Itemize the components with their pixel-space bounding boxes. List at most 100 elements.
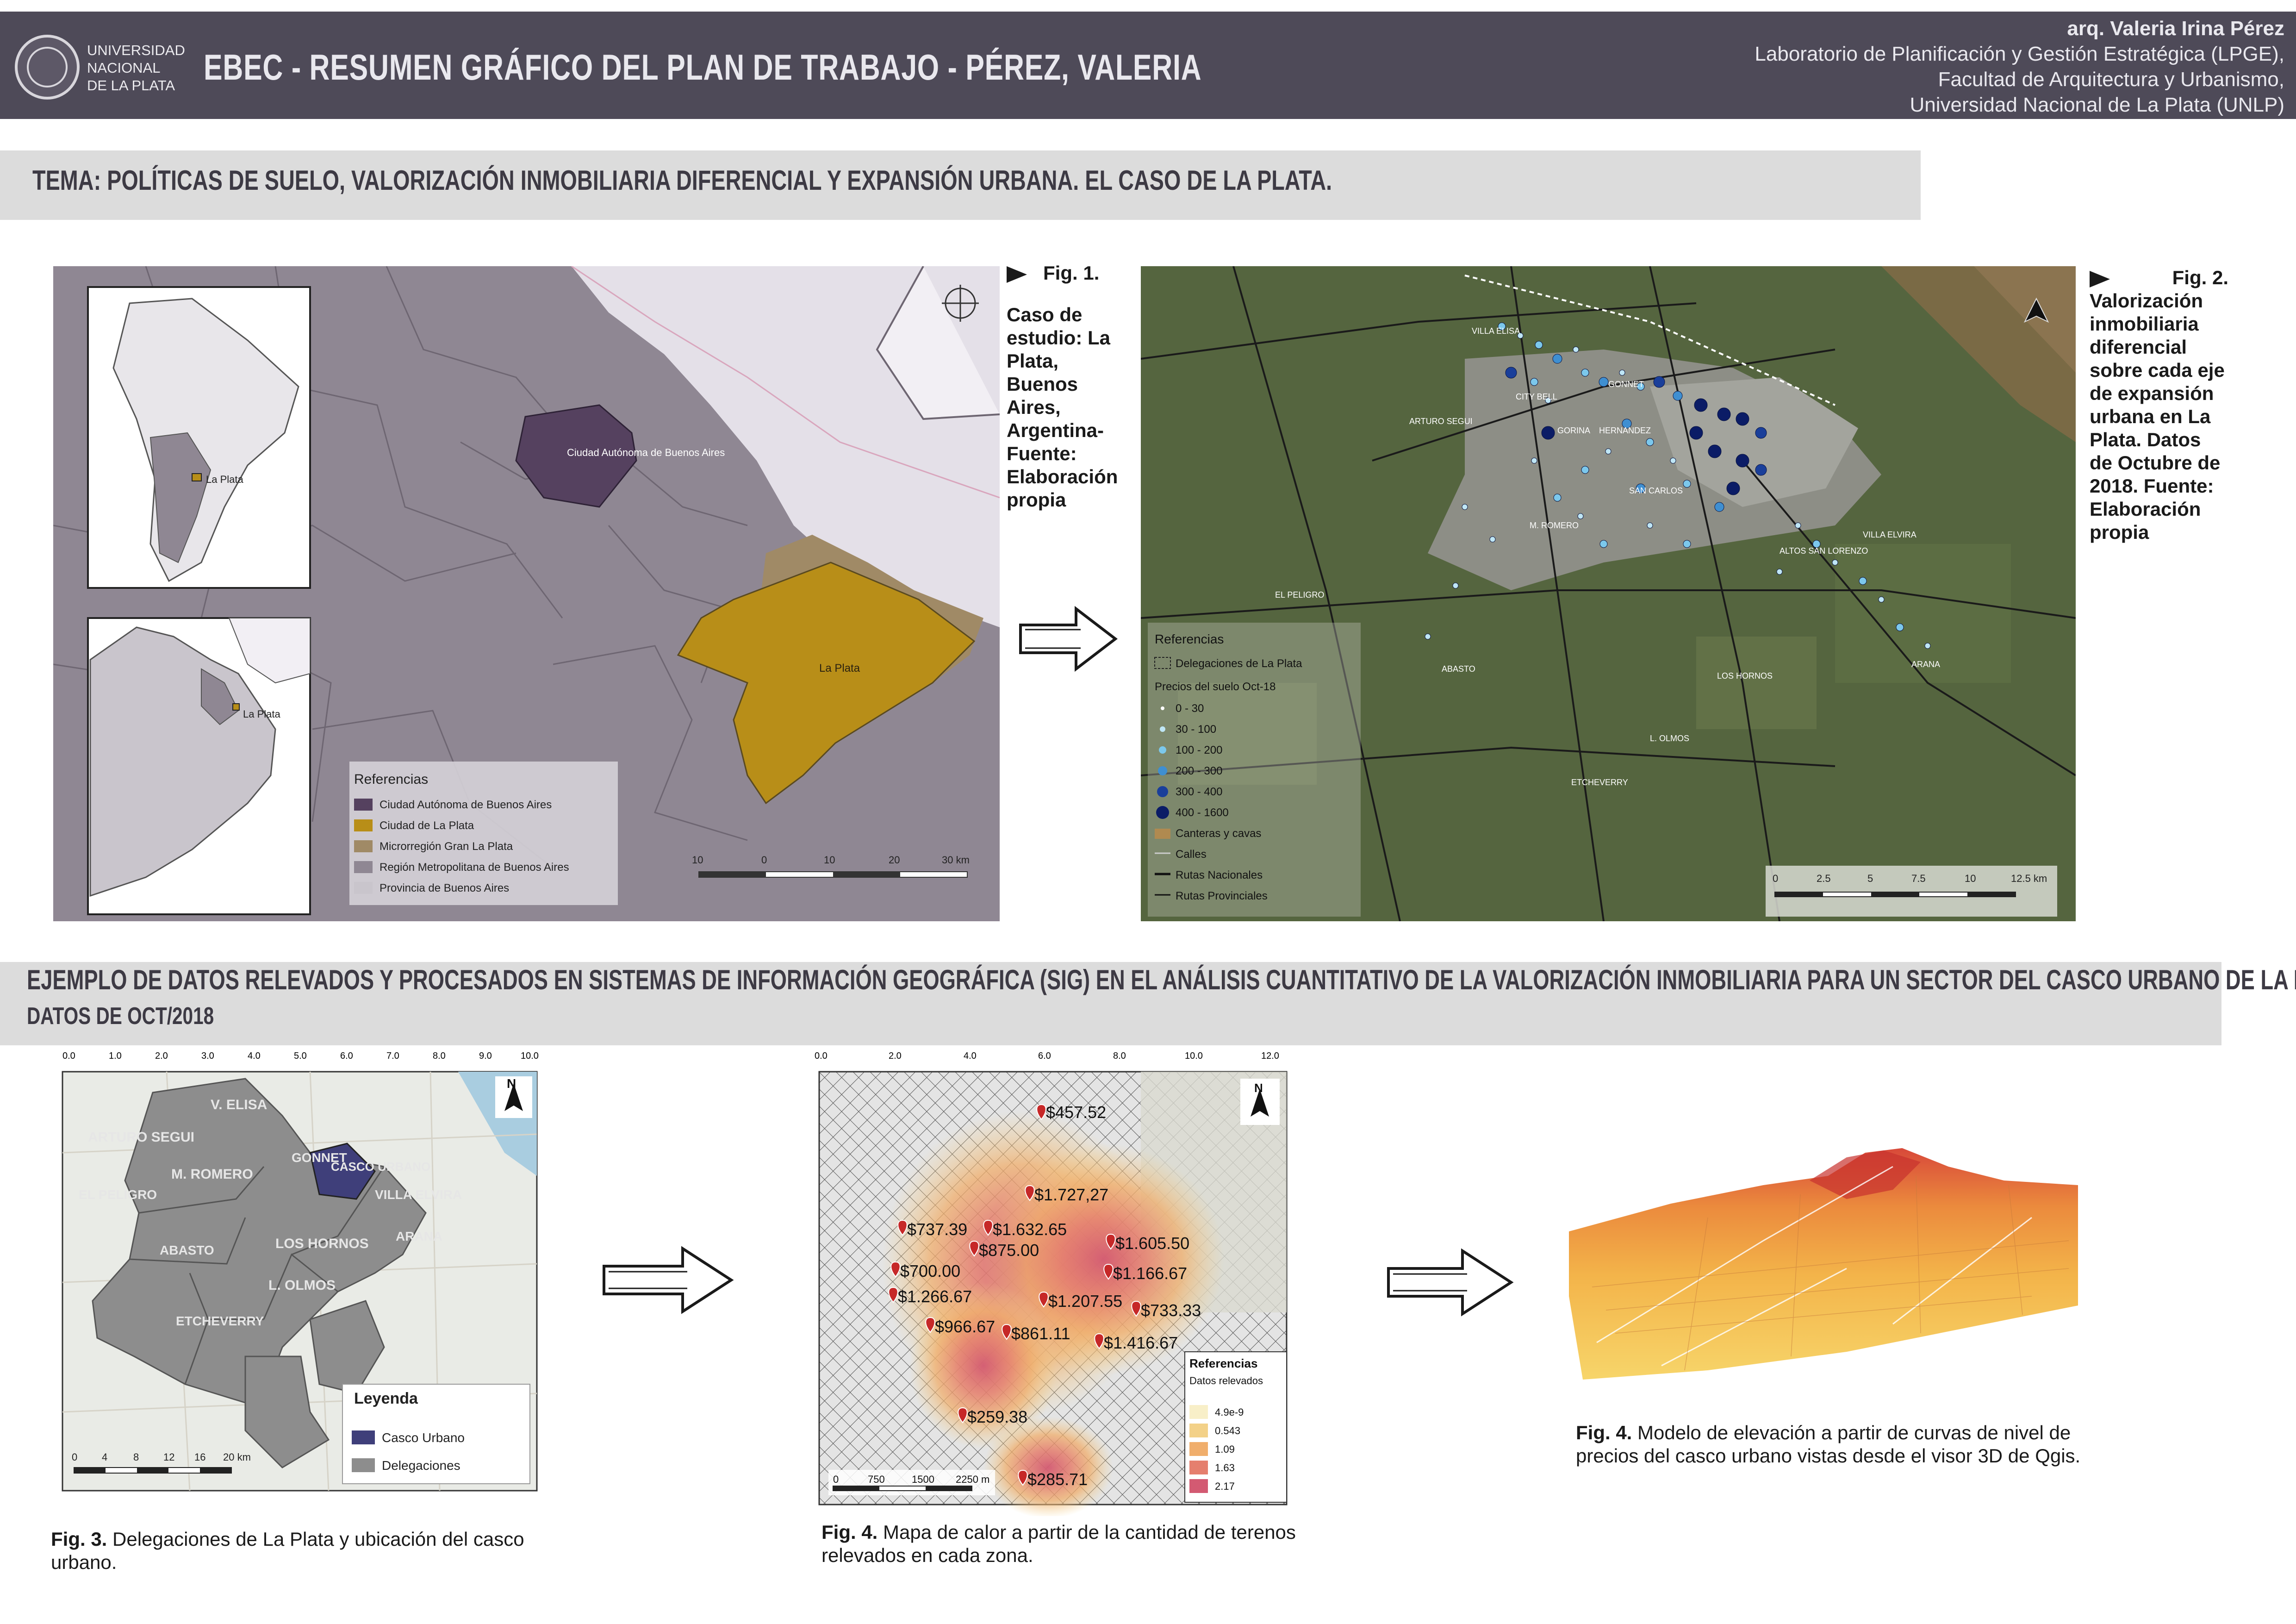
inset1-label: La Plata	[206, 474, 243, 485]
price-dot	[1859, 577, 1867, 585]
map-label: ABASTO	[160, 1243, 214, 1257]
axis-tick: 2.0	[889, 1051, 902, 1061]
map4-axis-top: 0.0 2.0 4.0 6.0 8.0 10.0 12.0	[815, 1051, 1305, 1063]
price-label: $700.00	[900, 1262, 961, 1280]
scale-label: 4	[102, 1451, 108, 1463]
legend-item: Provincia de Buenos Aires	[380, 882, 510, 894]
legend-item: Canteras y cavas	[1176, 827, 1262, 840]
legend-item: 400 - 1600	[1176, 806, 1229, 819]
legend-item: 0 - 30	[1176, 702, 1204, 715]
axis-tick: 5.0	[294, 1051, 307, 1061]
legend-item: 1.63	[1215, 1462, 1235, 1474]
price-dot	[1489, 536, 1496, 543]
scale-label: 2.5	[1817, 873, 1831, 884]
price-label: $1.416.67	[1104, 1333, 1178, 1352]
price-dot	[1462, 504, 1468, 510]
author-block: arq. Valeria Irina Pérez Laboratorio de …	[1755, 16, 2284, 118]
scale-label: 20 km	[223, 1451, 251, 1463]
legend-title: Referencias	[1155, 632, 1224, 646]
place-label: VILLA ELVIRA	[1863, 530, 1916, 539]
price-dot	[1605, 448, 1612, 455]
scale-label: 0	[833, 1474, 839, 1485]
map-label: V. ELISA	[211, 1097, 268, 1112]
north-label: N	[1254, 1081, 1263, 1095]
legend-item: 0.543	[1215, 1425, 1241, 1437]
legend-item: 200 - 300	[1176, 765, 1223, 777]
price-dot	[1531, 457, 1537, 464]
price-dot	[1726, 481, 1740, 495]
price-dot	[1878, 596, 1885, 603]
price-label: $457.52	[1046, 1103, 1107, 1122]
price-dot	[1683, 480, 1691, 488]
axis-tick: 12.0	[1261, 1051, 1279, 1061]
place-label: L. OLMOS	[1650, 734, 1690, 743]
university-name-line: NACIONAL	[87, 60, 161, 76]
affiliation-line: Laboratorio de Planificación y Gestión E…	[1755, 43, 2284, 65]
caba-label: Ciudad Autónoma de Buenos Aires	[567, 447, 725, 458]
scale-label: 12.5 km	[2011, 873, 2047, 884]
place-label: LOS HORNOS	[1717, 671, 1773, 681]
price-dot	[1553, 493, 1562, 502]
fig2-number: Fig. 2.	[2172, 267, 2228, 288]
fig1-number: Fig. 1.	[1043, 262, 1100, 284]
axis-tick: 6.0	[340, 1051, 353, 1061]
legend-item: Delegaciones de La Plata	[1176, 657, 1302, 670]
place-label: ETCHEVERRY	[1571, 778, 1628, 787]
place-label: ABASTO	[1442, 664, 1475, 674]
legend-item: 4.9e-9	[1215, 1406, 1244, 1418]
price-dot	[1530, 378, 1538, 386]
price-dot	[1717, 407, 1731, 421]
price-label: $1.727,27	[1034, 1185, 1109, 1204]
place-label: M. ROMERO	[1530, 521, 1579, 530]
university-name-line: DE LA PLATA	[87, 77, 175, 94]
price-dot	[1755, 427, 1767, 439]
place-label: GONNET	[1608, 380, 1644, 389]
price-dot	[1581, 369, 1589, 377]
legend-item: 2.17	[1215, 1480, 1235, 1492]
price-dot	[1683, 540, 1691, 548]
map-heatmap: $457.52 $1.727,27 $737.39 $1.632.65 $875…	[808, 1060, 1298, 1518]
fig4a-number: Fig. 4.	[821, 1521, 878, 1543]
legend-item: Calles	[1176, 848, 1207, 861]
axis-tick: 7.0	[386, 1051, 399, 1061]
scale-label: 1500	[912, 1474, 934, 1485]
price-dot	[1619, 369, 1625, 376]
axis-tick: 1.0	[109, 1051, 122, 1061]
price-dot	[1552, 354, 1562, 364]
legend-title: Referencias	[354, 772, 429, 787]
legend-item: Ciudad Autónoma de Buenos Aires	[380, 799, 552, 811]
price-dot	[1581, 466, 1589, 474]
price-dot	[1924, 643, 1931, 649]
fig3-caption: Fig. 3. Delegaciones de La Plata y ubica…	[51, 1528, 560, 1574]
price-dot	[1425, 633, 1431, 640]
laplata-label: La Plata	[819, 662, 860, 675]
tema-heading: TEMA: POLÍTICAS DE SUELO, VALORIZACIÓN I…	[32, 165, 1332, 196]
fig2-text: Valorización inmobiliaria diferencial so…	[2090, 290, 2225, 543]
scale-label: 750	[868, 1474, 885, 1485]
fig4b-number: Fig. 4.	[1576, 1422, 1632, 1443]
affiliation-line: Universidad Nacional de La Plata (UNLP)	[1910, 94, 2284, 116]
price-dot	[1673, 391, 1683, 401]
axis-tick: 0.0	[62, 1051, 75, 1061]
scale-label: 16	[194, 1451, 206, 1463]
price-label: $1.207.55	[1048, 1292, 1123, 1311]
scale-label: 5	[1867, 873, 1873, 884]
axis-tick: 0.0	[815, 1051, 828, 1061]
price-label: $966.67	[935, 1317, 996, 1336]
university-name-line: UNIVERSIDAD	[87, 42, 185, 58]
legend-item: Región Metropolitana de Buenos Aires	[380, 861, 569, 874]
price-dot	[1708, 444, 1722, 458]
scale-label: 30 km	[942, 854, 970, 866]
elevation-3d-view	[1569, 1148, 2078, 1380]
scale-label: 7.5	[1911, 873, 1926, 884]
fig2-caption: Fig. 2. Valorización inmobiliaria difere…	[2090, 266, 2228, 544]
legend-subtitle: Precios del suelo Oct-18	[1155, 681, 1276, 693]
price-dot	[1599, 540, 1608, 548]
map-label: ARANA	[396, 1229, 443, 1243]
map3-axis-top: 0.0 1.0 2.0 3.0 4.0 5.0 6.0 7.0 8.0 9.0 …	[62, 1051, 539, 1063]
scale-label: 10	[1965, 873, 1976, 884]
arrow-right-icon	[603, 1246, 734, 1314]
scale-label: 8	[133, 1451, 139, 1463]
inset2-label: La Plata	[243, 708, 280, 720]
legend-item: Casco Urbano	[382, 1430, 465, 1445]
